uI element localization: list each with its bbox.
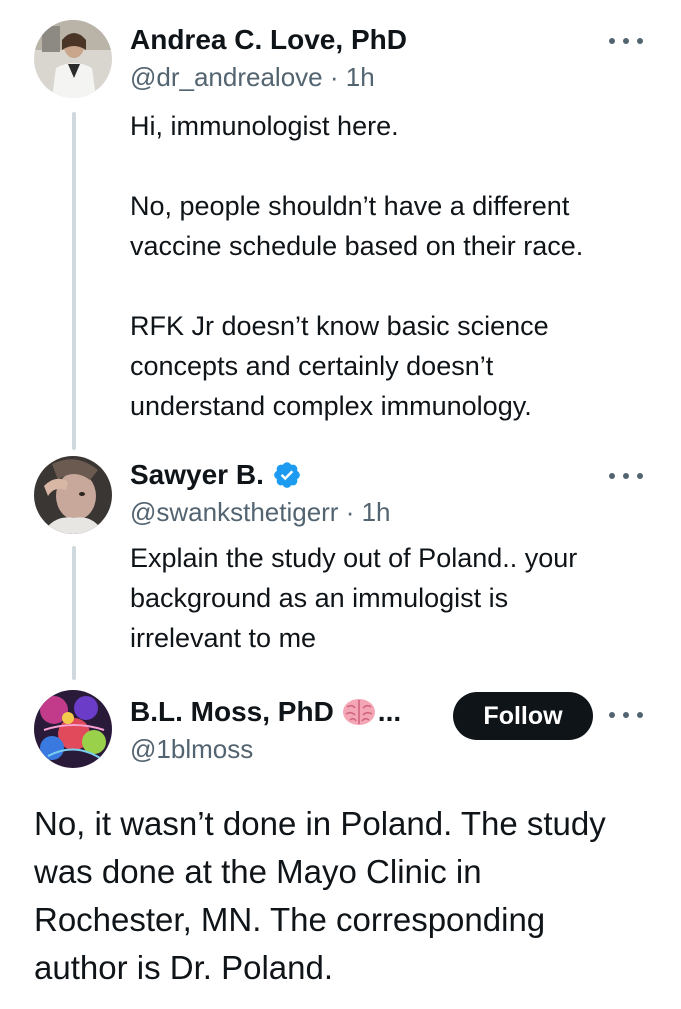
author-name[interactable]: B.L. Moss, PhD [130,696,334,728]
author-name[interactable]: Sawyer B. [130,459,264,491]
author-handle-time[interactable]: @swanksthetigerr · 1h [130,497,391,528]
avatar[interactable] [34,20,112,98]
more-options-icon[interactable] [609,708,643,722]
avatar[interactable] [34,456,112,534]
name-ellipsis: ... [377,696,402,727]
tweet-text: Explain the study out of Poland.. your b… [130,538,670,658]
tweet-paragraph: Explain the study out of Poland.. your b… [130,543,578,653]
tweet-paragraph: RFK Jr doesn’t know basic science concep… [130,311,549,421]
tweet-paragraph: No, people shouldn’t have a different va… [130,191,584,261]
author-handle-time[interactable]: @dr_andrealove · 1h [130,62,375,93]
author-name[interactable]: Andrea C. Love, PhD [130,24,407,56]
more-options-icon[interactable] [609,34,643,48]
tweet-paragraph: Hi, immunologist here. [130,111,399,141]
main-tweet-text: No, it wasn’t done in Poland. The study … [34,805,606,986]
more-options-icon[interactable] [609,469,643,483]
thread-connector-line [72,112,76,450]
follow-button[interactable]: Follow [453,692,593,740]
tweet-text: Hi, immunologist here. No, people should… [130,106,670,426]
author-handle[interactable]: @1blmoss [130,734,253,765]
brain-emoji-icon [342,697,376,727]
verified-badge-icon [272,460,302,490]
avatar[interactable] [34,690,112,768]
thread-connector-line [72,546,76,680]
